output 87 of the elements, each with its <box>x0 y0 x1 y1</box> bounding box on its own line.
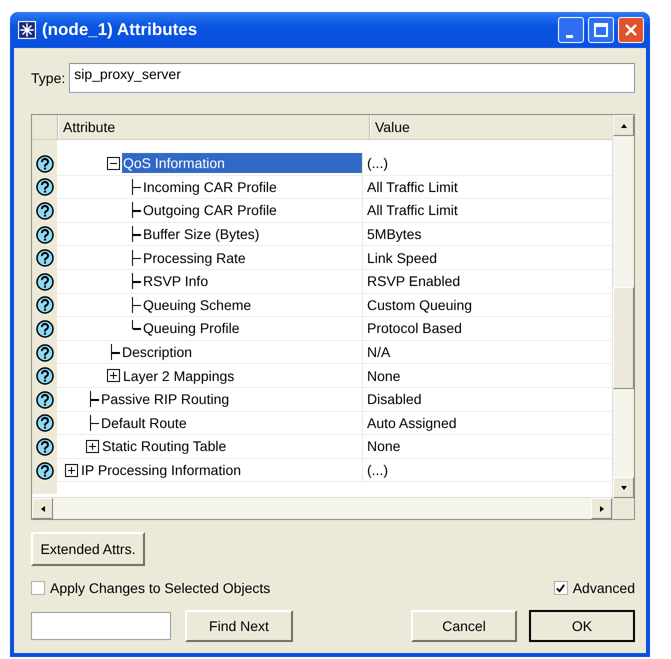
checkbox-label[interactable]: Advanced <box>572 580 635 596</box>
attribute-name[interactable]: Processing Rate <box>142 248 249 268</box>
minimize-button[interactable] <box>558 17 584 43</box>
attribute-name[interactable]: Static Routing Table <box>101 436 230 456</box>
help-icon[interactable] <box>36 462 54 480</box>
scroll-left-button[interactable] <box>32 498 53 519</box>
help-icon[interactable] <box>36 154 54 173</box>
window-title: (node_1) Attributes <box>42 20 198 40</box>
tree-connector <box>132 178 141 195</box>
tree-connector <box>132 226 141 242</box>
attribute-name[interactable]: Buffer Size (Bytes) <box>142 224 262 244</box>
tree-connector <box>132 273 141 290</box>
tree-connector <box>132 320 141 330</box>
collapse-icon[interactable] <box>107 156 120 170</box>
extended-attrs-button[interactable]: Extended Attrs. <box>31 532 145 566</box>
find-field[interactable] <box>31 612 171 640</box>
tree-connector <box>90 414 99 431</box>
attribute-value[interactable]: Link Speed <box>367 250 438 266</box>
attribute-value[interactable]: Custom Queuing <box>367 296 472 313</box>
help-icon[interactable] <box>36 438 54 456</box>
attribute-name[interactable]: IP Processing Information <box>80 460 244 480</box>
up-arrow-icon <box>620 122 628 130</box>
help-icon[interactable] <box>36 272 54 291</box>
help-icon[interactable] <box>36 414 54 432</box>
help-icon[interactable] <box>36 367 54 386</box>
column-header[interactable]: Attribute <box>58 115 370 139</box>
scroll-down-button[interactable] <box>613 477 634 498</box>
vertical-scrollbar[interactable] <box>612 115 634 519</box>
type-label: Type: <box>31 70 66 86</box>
attribute-name[interactable]: Queuing Profile <box>142 318 243 338</box>
star-burst-icon <box>18 21 36 39</box>
attribute-value[interactable]: Disabled <box>367 391 422 408</box>
left-arrow-icon <box>38 504 46 512</box>
scroll-thumb[interactable] <box>613 286 634 388</box>
attribute-name[interactable]: Queuing Scheme <box>142 294 254 315</box>
attribute-name[interactable]: RSVP Info <box>142 271 212 292</box>
find-next-button[interactable]: Find Next <box>185 610 293 642</box>
tree-connector <box>132 202 141 218</box>
checkbox[interactable] <box>31 581 45 595</box>
column-header[interactable]: Value <box>370 115 612 139</box>
help-icon[interactable] <box>36 202 54 220</box>
attribute-value[interactable]: None <box>367 438 400 454</box>
attribute-name[interactable]: Outgoing CAR Profile <box>142 200 280 220</box>
help-icon[interactable] <box>36 249 54 268</box>
attribute-value[interactable]: 5MBytes <box>367 226 422 242</box>
tree-connector <box>90 391 99 408</box>
maximize-icon <box>591 20 611 40</box>
help-icon[interactable] <box>36 320 54 338</box>
help-icon[interactable] <box>36 344 54 362</box>
attribute-value[interactable]: All Traffic Limit <box>367 202 458 218</box>
tree-connector <box>111 344 120 360</box>
tree-connector <box>132 250 141 266</box>
close-button[interactable] <box>618 17 644 43</box>
down-arrow-icon <box>620 484 628 492</box>
minimize-icon <box>566 34 572 38</box>
attribute-name[interactable]: Passive RIP Routing <box>100 389 232 410</box>
expand-icon[interactable] <box>65 464 78 477</box>
attribute-value[interactable]: Auto Assigned <box>367 414 457 431</box>
checkbox-label[interactable]: Apply Changes to Selected Objects <box>50 580 270 596</box>
attribute-value[interactable]: (...) <box>367 462 388 478</box>
expand-icon[interactable] <box>86 440 99 453</box>
type-field[interactable]: sip_proxy_server <box>69 63 635 93</box>
checkbox[interactable] <box>554 581 568 595</box>
help-icon[interactable] <box>36 226 54 244</box>
attribute-name[interactable]: Incoming CAR Profile <box>142 176 280 197</box>
attribute-name[interactable]: Description <box>121 342 196 362</box>
help-icon[interactable] <box>36 390 54 409</box>
attribute-value[interactable]: (...) <box>367 155 388 172</box>
maximize-button[interactable] <box>588 17 614 43</box>
help-icon[interactable] <box>36 296 54 314</box>
attribute-value[interactable]: N/A <box>367 344 390 360</box>
attribute-value[interactable]: Protocol Based <box>367 320 462 336</box>
scroll-right-button[interactable] <box>591 498 612 519</box>
expand-icon[interactable] <box>107 369 120 382</box>
cancel-button[interactable]: Cancel <box>411 610 517 642</box>
attribute-name[interactable]: Layer 2 Mappings <box>122 366 238 386</box>
ok-button[interactable]: OK <box>529 610 635 642</box>
attribute-value[interactable]: None <box>367 368 400 384</box>
right-arrow-icon <box>598 504 606 512</box>
tree-connector <box>132 296 141 313</box>
attribute-name[interactable]: Default Route <box>100 412 190 433</box>
help-icon[interactable] <box>36 178 54 196</box>
attribute-value[interactable]: All Traffic Limit <box>367 178 458 195</box>
scrollbar-corner <box>613 498 634 519</box>
attribute-value[interactable]: RSVP Enabled <box>367 273 460 290</box>
attribute-name[interactable]: QoS Information <box>122 153 362 174</box>
scroll-up-button[interactable] <box>613 115 634 136</box>
